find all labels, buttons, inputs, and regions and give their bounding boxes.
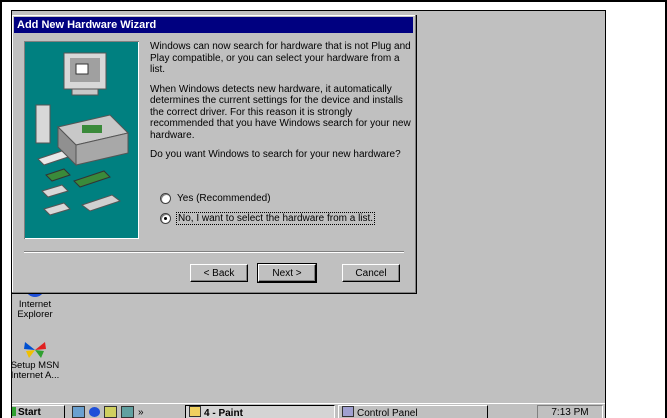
outlook-express-icon[interactable] xyxy=(104,406,117,418)
paint-icon xyxy=(189,406,201,417)
start-button[interactable]: Start xyxy=(12,405,65,418)
question-text: Do you want Windows to search for your n… xyxy=(150,149,401,160)
taskbar: Start » 4 - Paint Control Panel 7:13 PM xyxy=(12,403,605,418)
taskbar-task-control-panel[interactable]: Control Panel xyxy=(338,405,488,418)
desktop-icon-label: Explorer xyxy=(17,309,53,320)
frame-inner-right xyxy=(605,10,606,418)
detail-paragraph: When Windows detects new hardware, it au… xyxy=(150,83,411,141)
task-label: Control Panel xyxy=(357,408,418,418)
desktop: Internet Explorer Setup MSN Internet A..… xyxy=(12,11,605,418)
frame-border-left xyxy=(0,0,2,418)
dialog-title[interactable]: Add New Hardware Wizard xyxy=(14,17,413,33)
show-desktop-icon[interactable] xyxy=(72,406,85,418)
dialog-separator xyxy=(24,251,404,253)
msn-butterfly-icon xyxy=(24,342,46,358)
windows-logo-icon xyxy=(12,407,16,416)
task-label: 4 - Paint xyxy=(204,408,243,418)
intro-paragraph: Windows can now search for hardware that… xyxy=(150,41,411,75)
next-button[interactable]: Next > xyxy=(257,263,317,283)
radio-no-select-from-list[interactable]: No, I want to select the hardware from a… xyxy=(160,212,376,225)
cancel-button[interactable]: Cancel xyxy=(342,264,400,282)
radio-button-selected[interactable] xyxy=(160,213,171,224)
radio-dot xyxy=(164,217,167,220)
taskbar-task-paint[interactable]: 4 - Paint xyxy=(185,405,335,418)
taskbar-clock[interactable]: 7:13 PM xyxy=(537,405,603,418)
add-new-hardware-wizard-dialog: Add New Hardware Wizard Windows can now … xyxy=(12,15,417,294)
channels-icon[interactable] xyxy=(121,406,134,418)
hardware-illustration-icon xyxy=(35,52,129,216)
start-label: Start xyxy=(18,407,41,418)
wizard-illustration xyxy=(24,41,139,239)
internet-explorer-quicklaunch-icon[interactable] xyxy=(89,407,100,417)
wizard-text: Windows can now search for hardware that… xyxy=(150,41,412,169)
radio-button[interactable] xyxy=(160,193,171,204)
radio-label: No, I want to select the hardware from a… xyxy=(175,212,376,225)
radio-yes-recommended[interactable]: Yes (Recommended) xyxy=(160,193,271,204)
control-panel-icon xyxy=(342,406,354,417)
desktop-icon-setup-msn[interactable]: Setup MSN Internet A... xyxy=(12,339,70,381)
quick-launch-bar: » xyxy=(72,405,144,418)
radio-label: Yes (Recommended) xyxy=(177,193,271,204)
back-button[interactable]: < Back xyxy=(190,264,248,282)
desktop-icon-label: Internet A... xyxy=(12,370,60,381)
quicklaunch-overflow-icon[interactable]: » xyxy=(138,407,144,418)
frame-border-top xyxy=(0,0,667,2)
